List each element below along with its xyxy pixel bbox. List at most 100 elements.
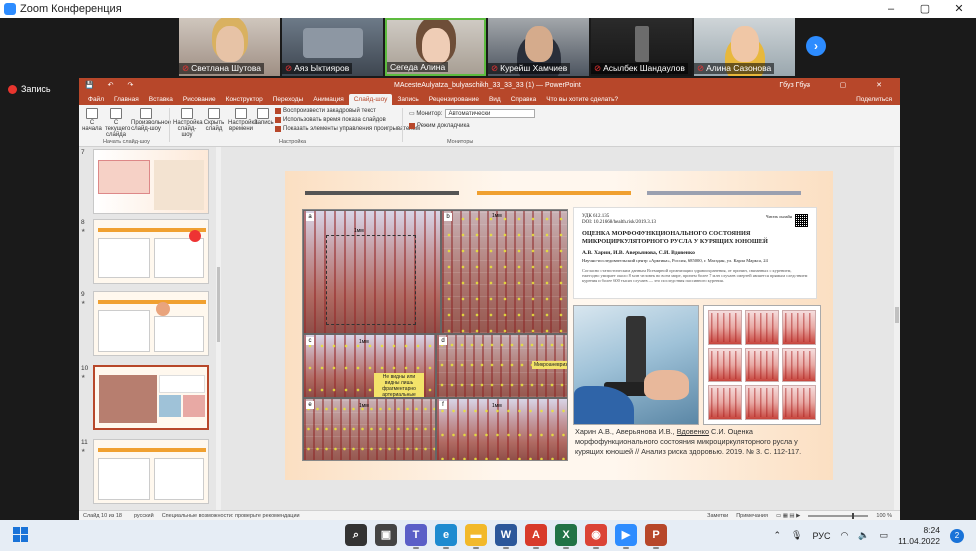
pdf-icon[interactable]: A (525, 524, 547, 549)
powerpoint-icon[interactable]: P (645, 524, 667, 549)
recording-label: Запись (21, 84, 51, 94)
ribbon-tab[interactable]: Слайд-шоу (348, 94, 393, 105)
slide-thumbnail[interactable] (93, 439, 209, 504)
transition-star-icon: ★ (81, 228, 86, 234)
slide-thumbnail[interactable] (93, 291, 209, 356)
custom-slideshow-button[interactable]: Произвольное слайд-шоу (131, 108, 171, 132)
taskbar-apps: ⌕ ▣ Te ▬ W A X ◉ ▶ P (345, 524, 667, 549)
thumb-chart (154, 458, 204, 500)
slide-thumbnail-selected[interactable] (93, 365, 209, 430)
ribbon-tab[interactable]: Рисование (178, 94, 221, 105)
word-icon[interactable]: W (495, 524, 517, 549)
setup-slideshow-button[interactable]: Настройка слайд-шоу (173, 108, 203, 138)
scrollbar-thumb[interactable] (217, 267, 220, 342)
thumb-number: 9 (81, 291, 85, 298)
ribbon-tab[interactable]: Конструктор (221, 94, 268, 105)
checkbox-narration[interactable]: Воспроизвести закадровый текст (275, 108, 376, 114)
ribbon-tab[interactable]: Анимация (308, 94, 349, 105)
ribbon-tab[interactable]: Переходы (268, 94, 309, 105)
chevron-up-icon[interactable]: ⌃ (773, 530, 781, 541)
next-participants-button[interactable]: › (806, 36, 826, 56)
paper-authors: А.В. Харин, И.В. Аверьянова, С.И. Вдовен… (582, 250, 695, 256)
zoom-level[interactable]: 100 % (876, 513, 892, 519)
comments-button[interactable]: Примечания (736, 513, 768, 519)
microscope-image (626, 316, 646, 386)
presenter-view-checkbox[interactable]: Режим докладчика (409, 123, 470, 129)
capillary-type-image (782, 347, 816, 383)
ribbon-tab[interactable]: Справка (506, 94, 542, 105)
quick-access-toolbar[interactable]: 💾 ↶ ↷ (79, 81, 139, 89)
checkbox-media-controls[interactable]: Показать элементы управления проигрывате… (275, 126, 420, 132)
accessibility-status[interactable]: Специальные возможности: проверьте реком… (154, 513, 300, 519)
search-icon[interactable]: ⌕ (345, 524, 367, 546)
explorer-icon[interactable]: ▬ (465, 524, 487, 549)
wifi-icon[interactable]: ◠ (840, 530, 848, 541)
from-current-slide-button[interactable]: С текущего слайда (105, 108, 130, 138)
participant-tile[interactable]: ⊘ Светлана Шутова (179, 18, 280, 76)
capillary-markers (437, 399, 567, 460)
checkbox-timings[interactable]: Использовать время показа слайдов (275, 117, 386, 123)
participant-name: ⊘ Алина Сазонова (694, 63, 775, 74)
language-indicator[interactable]: РУС (812, 531, 830, 541)
microphone-icon[interactable]: 🎙 (791, 530, 802, 541)
muted-mic-icon: ⊘ (182, 63, 190, 73)
slide-scrollbar[interactable] (894, 147, 900, 510)
panel-c: c 1мм Не видны или видны лишь фрагментар… (303, 334, 436, 398)
view-buttons[interactable]: ▭ ▦ ▤ ▶ (776, 513, 800, 519)
chrome-icon[interactable]: ◉ (585, 524, 607, 549)
capillary-type-image (782, 385, 816, 420)
participant-tile[interactable]: ⊘ Аяз Ыктияров (282, 18, 383, 76)
from-beginning-button[interactable]: С начала (81, 108, 103, 132)
ribbon-tab[interactable]: Вставка (144, 94, 178, 105)
qr-caption: Читать онлайн (765, 214, 792, 219)
hand-image (644, 370, 689, 400)
record-button[interactable]: Запись (254, 108, 274, 126)
clock[interactable]: 8:24 11.04.2022 (898, 525, 940, 547)
close-button[interactable]: ✕ (942, 0, 976, 18)
current-slide[interactable]: a 1мм b 1мм c 1мм Не видны или видны лиш… (285, 171, 833, 480)
zoom-icon[interactable]: ▶ (615, 524, 637, 549)
ppt-window-controls[interactable]: – ▢ ✕ (806, 81, 896, 89)
notification-badge[interactable]: 2 (950, 528, 964, 543)
rehearse-timings-button[interactable]: Настройка времени (228, 108, 258, 132)
maximize-button[interactable]: ▢ (908, 0, 942, 18)
zoom-app-icon (4, 3, 16, 15)
scrollbar-thumb[interactable] (895, 307, 899, 323)
transition-star-icon: ★ (81, 300, 86, 306)
task-view-icon[interactable]: ▣ (375, 524, 397, 546)
capillary-type-image (708, 385, 742, 420)
windows-start-button[interactable] (13, 527, 29, 543)
hide-slide-button[interactable]: Скрыть слайд (203, 108, 225, 132)
language-indicator[interactable]: русский (122, 513, 154, 519)
ribbon-tab[interactable]: Файл (83, 94, 109, 105)
minimize-button[interactable]: – (874, 0, 908, 18)
teams-icon[interactable]: T (405, 524, 427, 549)
slide-stripe-dark (305, 191, 459, 195)
ribbon-tabs: Файл Главная Вставка Рисование Конструктор Пе… (79, 92, 900, 105)
panel-f: f 1мм (436, 398, 567, 460)
monitor-dropdown[interactable]: Автоматически (445, 109, 536, 118)
ribbon-tab[interactable]: Запись (392, 94, 423, 105)
ribbon-tab[interactable]: Что вы хотите сделать? (541, 94, 623, 105)
participant-tile-active-speaker[interactable]: Сегеда Алина (385, 18, 486, 76)
share-button[interactable]: Поделиться (851, 94, 900, 105)
zoom-slider[interactable] (808, 512, 869, 519)
recording-indicator[interactable]: Запись (8, 84, 51, 94)
ribbon-tab[interactable]: Рецензирование (424, 94, 484, 105)
edge-icon[interactable]: e (435, 524, 457, 549)
ribbon-tab[interactable]: Главная (109, 94, 144, 105)
participant-tile[interactable]: ⊘ Курейш Хамчиев (488, 18, 589, 76)
scale-label: 1мм (359, 403, 369, 409)
ribbon-tab[interactable]: Вид (484, 94, 506, 105)
thumb-person-image (156, 302, 170, 316)
participant-tile[interactable]: ⊘ Асылбек Шандаулов (591, 18, 692, 76)
volume-icon[interactable]: 🔈 (858, 530, 869, 541)
excel-icon[interactable]: X (555, 524, 577, 549)
battery-icon[interactable]: ▭ (880, 530, 889, 541)
slide-thumbnail[interactable] (93, 219, 209, 284)
participant-tile[interactable]: ⊘ Алина Сазонова (694, 18, 795, 76)
capillary-type-image (745, 310, 779, 345)
slide-thumbnail[interactable] (93, 149, 209, 214)
notes-button[interactable]: Заметки (707, 513, 728, 519)
thumb-chart (154, 238, 204, 278)
